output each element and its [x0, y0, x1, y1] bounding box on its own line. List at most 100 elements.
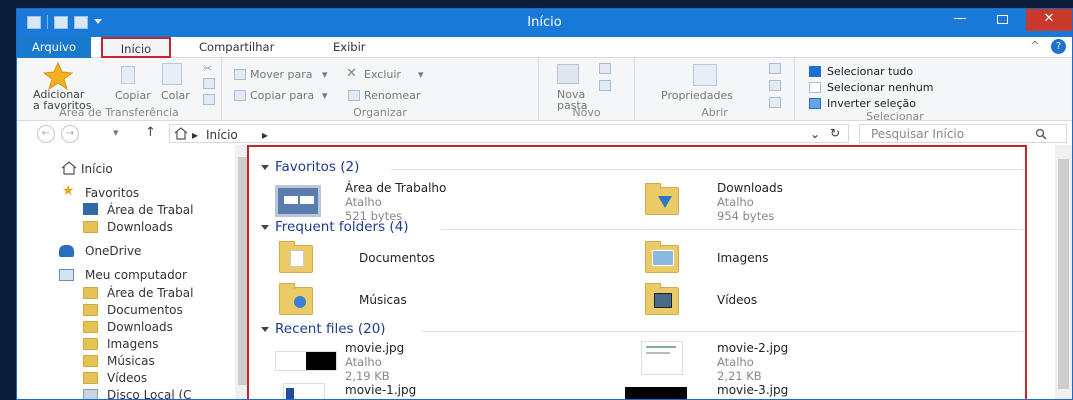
nav-item-desktop[interactable]: Área de Trabal [107, 285, 193, 301]
open-group: Propriedades Abrir [635, 58, 795, 121]
group-divider [441, 229, 1023, 230]
music-folder-icon [279, 283, 313, 315]
item-type: Atalho [717, 195, 754, 209]
recent-files-group-header[interactable]: Recent files (20) [261, 321, 386, 337]
organize-group-label: Organizar [353, 106, 407, 119]
forward-button[interactable]: → [61, 125, 79, 143]
properties-icon[interactable] [693, 64, 717, 86]
delete-button[interactable]: Excluir [364, 68, 401, 81]
edit-icon[interactable] [769, 80, 781, 91]
music-folder-icon [83, 355, 98, 367]
organize-group: Mover para ▾ ✕ Excluir ▾ Copiar para ▾ R… [222, 58, 539, 121]
collapse-ribbon-button[interactable]: ^ [1030, 39, 1039, 52]
group-divider [391, 169, 1023, 170]
easy-access-icon[interactable] [599, 80, 611, 91]
delete-dropdown-icon[interactable]: ▾ [418, 68, 424, 81]
cut-icon[interactable]: ✂ [203, 62, 212, 75]
nav-item-onedrive[interactable]: OneDrive [85, 243, 141, 259]
move-to-button[interactable]: Mover para [250, 68, 313, 81]
help-button[interactable]: ? [1051, 39, 1066, 54]
invert-selection-button[interactable]: Inverter seleção [827, 97, 916, 110]
copy-path-icon[interactable] [203, 78, 215, 89]
new-folder-icon[interactable] [557, 64, 579, 84]
new-group: Nova pasta Novo [539, 58, 635, 121]
search-icon[interactable] [1035, 128, 1047, 140]
collapse-triangle-icon [261, 224, 269, 230]
frequent-folders-group-header[interactable]: Frequent folders (4) [261, 219, 409, 235]
tab-arquivo[interactable]: Arquivo [17, 37, 91, 58]
home-icon [61, 161, 77, 175]
new-item-icon[interactable] [599, 63, 611, 74]
address-box[interactable]: ▸ Início ▸ ⌄ ↻ [169, 124, 849, 143]
nav-item-documents[interactable]: Documentos [107, 302, 183, 318]
item-size: 954 bytes [717, 209, 775, 223]
paste-button[interactable]: Colar [161, 89, 190, 102]
ribbon: Adicionar a favoritos Copiar Colar ✂ Áre… [17, 58, 1072, 123]
nav-item-videos[interactable]: Vídeos [107, 370, 147, 386]
content-scrollbar[interactable] [1055, 145, 1072, 399]
nav-item-music[interactable]: Músicas [107, 353, 155, 369]
star-icon[interactable] [43, 62, 73, 90]
desktop-icon [83, 203, 98, 215]
desktop-folder-icon [83, 287, 98, 299]
up-button[interactable]: ↑ [145, 125, 156, 140]
copy-icon[interactable] [121, 66, 135, 84]
nav-item-home[interactable]: Início [81, 161, 113, 177]
favorites-group-header[interactable]: Favoritos (2) [261, 159, 359, 175]
select-none-icon [809, 82, 821, 93]
nav-item-fav-downloads[interactable]: Downloads [107, 219, 173, 235]
address-dropdown-icon[interactable]: ⌄ [810, 127, 820, 141]
back-button[interactable]: ← [37, 125, 55, 143]
item-name: movie.jpg [345, 341, 405, 355]
breadcrumb-chevron-icon[interactable]: ▸ [262, 128, 268, 142]
rename-button[interactable]: Renomear [364, 89, 420, 102]
videos-folder-icon [83, 372, 98, 384]
recent-locations-dropdown-icon[interactable]: ▾ [113, 126, 119, 139]
item-type: Atalho [717, 355, 754, 369]
image-thumbnail [641, 341, 683, 375]
downloads-folder-icon [83, 221, 98, 233]
nav-item-pictures[interactable]: Imagens [107, 336, 158, 352]
refresh-icon[interactable]: ↻ [830, 126, 840, 140]
breadcrumb[interactable]: Início [206, 128, 238, 142]
delete-x-icon[interactable]: ✕ [346, 66, 357, 81]
maximize-button[interactable] [980, 9, 1024, 31]
nav-item-favorites[interactable]: Favoritos [85, 185, 139, 201]
nav-item-computer[interactable]: Meu computador [85, 267, 237, 283]
downloads-folder-icon [645, 183, 679, 215]
copy-to-dropdown-icon[interactable]: ▾ [322, 89, 328, 102]
move-to-icon [234, 69, 246, 80]
nav-item-fav-desktop[interactable]: Área de Trabal [107, 202, 193, 218]
open-group-label: Abrir [701, 106, 728, 119]
copy-to-button[interactable]: Copiar para [250, 89, 314, 102]
frequent-group-title: Frequent folders (4) [275, 219, 409, 235]
item-name: movie-3.jpg [717, 383, 789, 397]
properties-button[interactable]: Propriedades [661, 89, 733, 102]
ribbon-tabs: Arquivo Início Compartilhar Exibir ^ ? [17, 37, 1072, 58]
item-size: 2,19 KB [345, 369, 390, 383]
tab-inicio[interactable]: Início [101, 37, 171, 58]
copy-button[interactable]: Copiar [115, 89, 151, 102]
item-name: Área de Trabalho [345, 181, 447, 195]
desktop-shortcut-icon [275, 185, 321, 217]
clipboard-group: Adicionar a favoritos Copiar Colar ✂ Áre… [17, 58, 222, 121]
item-name: movie-1.jpg [345, 383, 417, 397]
paste-shortcut-icon[interactable] [203, 94, 215, 105]
minimize-button[interactable]: — [938, 9, 982, 31]
tab-compartilhar[interactable]: Compartilhar [189, 37, 284, 58]
item-type: Atalho [345, 195, 382, 209]
documents-folder-icon [83, 304, 98, 316]
item-name: Músicas [359, 293, 407, 307]
nav-item-local-disk[interactable]: Disco Local (C [107, 387, 192, 399]
select-all-button[interactable]: Selecionar tudo [827, 65, 913, 78]
move-to-dropdown-icon[interactable]: ▾ [322, 68, 328, 81]
select-none-button[interactable]: Selecionar nenhum [827, 81, 934, 94]
nav-item-downloads[interactable]: Downloads [107, 319, 173, 335]
close-button[interactable]: ✕ [1026, 9, 1072, 31]
content-scrollbar-thumb[interactable] [1058, 159, 1069, 389]
maximize-icon [996, 15, 1008, 24]
open-icon[interactable] [769, 63, 781, 74]
paste-icon[interactable] [162, 63, 182, 85]
navigation-pane: Início ★ Favoritos Área de Trabal Downlo… [17, 145, 237, 399]
tab-exibir[interactable]: Exibir [323, 37, 376, 58]
